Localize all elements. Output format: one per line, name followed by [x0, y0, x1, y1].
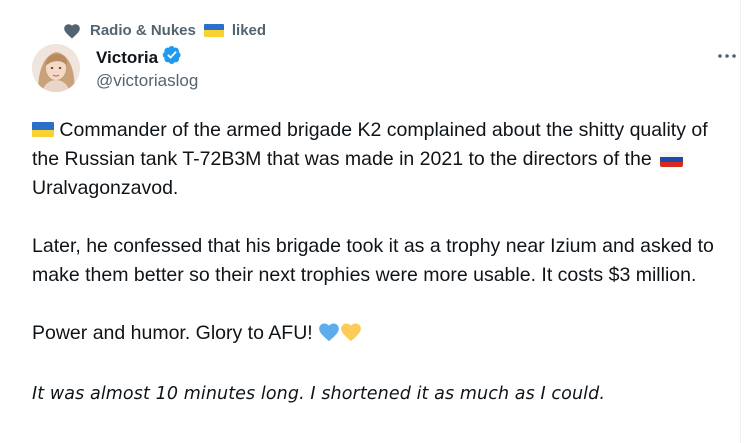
verified-badge-icon — [162, 45, 182, 70]
tweet-paragraph-4: It was almost 10 minutes long. I shorten… — [32, 384, 605, 404]
social-context-user[interactable]: Radio & Nukes — [90, 22, 196, 39]
tweet-paragraph-3: Power and humor. Glory to AFU! — [32, 319, 722, 351]
tweet-paragraph-3-text: Power and humor. Glory to AFU! — [32, 322, 319, 344]
author-handle[interactable]: @victoriaslog — [96, 71, 198, 91]
russia-flag-icon — [660, 152, 684, 168]
author-name-row[interactable]: Victoria — [96, 45, 182, 70]
tweet-paragraph-1-text: Commander of the armed brigade K2 compla… — [32, 119, 714, 170]
author-name[interactable]: Victoria — [96, 48, 158, 68]
ukraine-flag-icon — [203, 23, 224, 37]
tweet-card[interactable]: Radio & Nukes liked Victoria @victoriasl… — [0, 0, 741, 443]
heart-icon — [62, 20, 82, 40]
social-context-action: liked — [231, 21, 267, 39]
yellow-heart-icon — [340, 322, 362, 351]
ukraine-flag-icon — [32, 122, 54, 137]
avatar[interactable] — [32, 44, 80, 92]
social-context: Radio & Nukes liked — [62, 20, 266, 40]
tweet-text: Commander of the armed brigade K2 compla… — [32, 116, 722, 409]
more-options-icon[interactable] — [716, 46, 738, 66]
tweet-paragraph-1: Commander of the armed brigade K2 compla… — [32, 116, 722, 203]
blue-heart-icon — [318, 322, 340, 351]
tweet-paragraph-2: Later, he confessed that his brigade too… — [32, 235, 720, 286]
